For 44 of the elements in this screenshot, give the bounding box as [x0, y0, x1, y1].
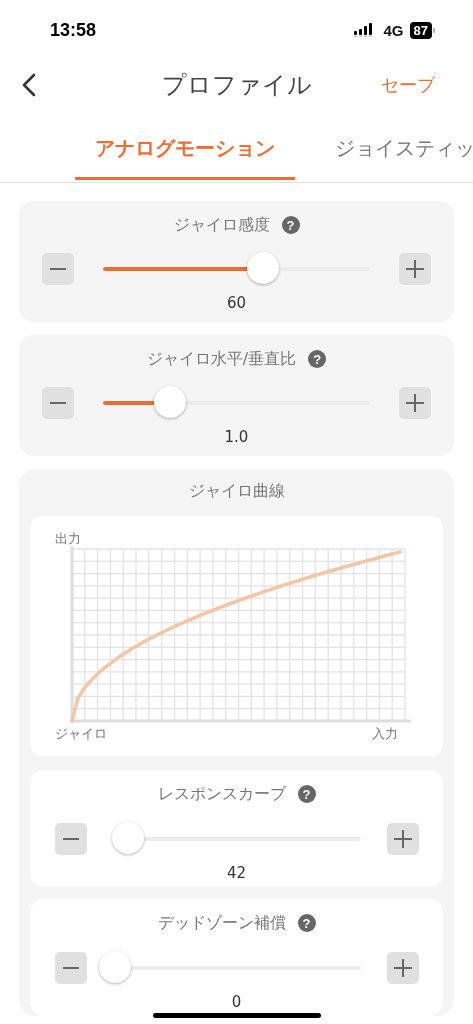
plus-icon	[406, 394, 424, 412]
tab[interactable]: ジョイスティッ	[315, 120, 473, 180]
axis-label: 入力	[372, 726, 398, 741]
help-icon[interactable]: ?	[308, 350, 327, 368]
setting-label: ジャイロ感度	[173, 214, 270, 236]
setting-label: レスポンスカーブ	[157, 783, 286, 805]
plus-icon	[394, 830, 412, 848]
decrease-button[interactable]	[42, 387, 74, 419]
status-time: 13:58	[50, 19, 97, 41]
setting-label: デッドゾーン補償	[157, 912, 286, 934]
plus-icon	[406, 260, 424, 278]
increase-button[interactable]	[399, 253, 431, 285]
increase-button[interactable]	[387, 823, 419, 855]
help-icon[interactable]: ?	[297, 785, 316, 803]
section-title: ジャイロ曲線	[187, 480, 286, 502]
back-icon	[22, 73, 36, 97]
tab[interactable]: アナログモーション	[75, 120, 295, 180]
slider-thumb[interactable]	[153, 386, 186, 418]
plus-icon	[394, 959, 412, 977]
battery-icon: 87	[409, 21, 435, 39]
axis-label: 出力	[55, 531, 81, 546]
decrease-button[interactable]	[42, 253, 74, 285]
save-button[interactable]: セーブ	[381, 73, 435, 97]
setting-label: ジャイロ水平/垂直比	[146, 348, 297, 370]
axis-label: ジャイロ	[55, 726, 107, 741]
decrease-button[interactable]	[55, 823, 87, 855]
slider-thumb[interactable]	[99, 951, 132, 983]
setting-value: 60	[226, 295, 247, 311]
slider-thumb[interactable]	[247, 252, 280, 284]
minus-icon	[63, 838, 79, 840]
help-icon[interactable]: ?	[281, 216, 300, 234]
minus-icon	[50, 402, 66, 404]
minus-icon	[50, 268, 66, 270]
increase-button[interactable]	[387, 952, 419, 984]
decrease-button[interactable]	[55, 952, 87, 984]
page-title: プロファイル	[161, 70, 312, 101]
slider-thumb[interactable]	[111, 822, 144, 854]
increase-button[interactable]	[399, 387, 431, 419]
setting-value: 42	[226, 865, 247, 881]
setting-value: 0	[231, 994, 242, 1010]
minus-icon	[63, 967, 79, 969]
network-type: 4G	[383, 21, 404, 39]
help-icon[interactable]: ?	[297, 914, 316, 932]
setting-value: 1.0	[224, 429, 249, 445]
